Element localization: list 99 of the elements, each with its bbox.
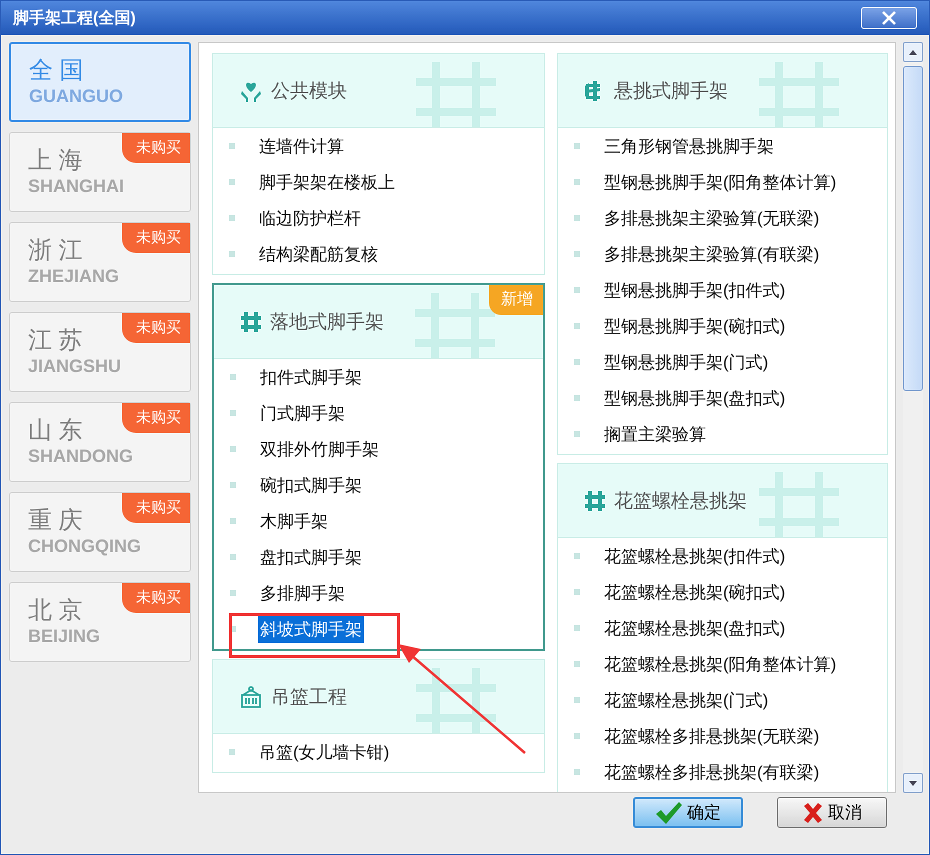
module-item[interactable]: 盘扣式脚手架 — [258, 544, 364, 570]
bullet-icon — [230, 374, 236, 380]
module-item[interactable]: 花篮螺栓多排悬挑架(无联梁) — [602, 722, 822, 750]
bullet-icon — [229, 143, 235, 149]
module-item[interactable]: 型钢悬挑脚手架(门式) — [602, 348, 770, 376]
not-purchased-badge: 未购买 — [122, 133, 190, 163]
basket-icon — [239, 684, 263, 708]
close-button[interactable] — [861, 7, 917, 29]
region-pinyin: JIANGSHU — [28, 355, 122, 377]
not-purchased-badge: 未购买 — [122, 493, 190, 523]
module-item[interactable]: 搁置主梁验算 — [602, 420, 708, 448]
region-item[interactable]: 浙 江 未购买 ZHEJIANG — [9, 222, 191, 302]
card-title: 公共模块 — [271, 80, 347, 104]
module-item[interactable]: 碗扣式脚手架 — [258, 472, 364, 498]
region-pinyin: CHONGQING — [28, 535, 142, 557]
module-item[interactable]: 花篮螺栓悬挑架(扣件式) — [602, 542, 788, 570]
bullet-icon — [574, 625, 580, 631]
bullet-icon — [574, 143, 580, 149]
bullet-icon — [230, 518, 236, 524]
module-item[interactable]: 花篮螺栓多排悬挑架(有联梁) — [602, 758, 822, 786]
bullet-icon — [229, 215, 235, 221]
bullet-icon — [574, 323, 580, 329]
bullet-icon — [230, 446, 236, 452]
module-item[interactable]: 三角形钢管悬挑脚手架 — [602, 132, 776, 160]
region-item[interactable]: 上 海 未购买 SHANGHAI — [9, 132, 191, 212]
region-pinyin: ZHEJIANG — [28, 265, 120, 287]
module-item[interactable]: 花篮螺栓悬挑架(阳角整体计算) — [602, 650, 838, 678]
check-icon — [655, 800, 683, 824]
bullet-icon — [229, 749, 235, 755]
region-item[interactable]: 北 京 未购买 BEIJING — [9, 582, 191, 662]
bullet-icon — [574, 251, 580, 257]
region-item[interactable]: 山 东 未购买 SHANDONG — [9, 402, 191, 482]
bullet-icon — [574, 359, 580, 365]
module-item[interactable]: 木脚手架 — [258, 508, 330, 534]
module-item[interactable]: 斜坡式脚手架 — [258, 616, 364, 642]
card-title: 花篮螺栓悬挑架 — [614, 490, 747, 514]
bullet-icon — [574, 769, 580, 775]
module-item[interactable]: 临边防护栏杆 — [257, 204, 363, 232]
bullet-icon — [574, 179, 580, 185]
region-item[interactable]: 重 庆 未购买 CHONGQING — [9, 492, 191, 572]
module-item[interactable]: 型钢悬挑脚手架(碗扣式) — [602, 312, 788, 340]
ok-button[interactable]: 确定 — [633, 797, 743, 828]
module-item[interactable]: 吊篮(女儿墙卡钳) — [257, 738, 392, 766]
not-purchased-badge: 未购买 — [122, 223, 190, 253]
bullet-icon — [230, 482, 236, 488]
module-item[interactable]: 多排悬挑架主梁验算(无联梁) — [602, 204, 822, 232]
new-badge: 新增 — [489, 285, 543, 315]
bullet-icon — [574, 553, 580, 559]
scroll-thumb[interactable] — [903, 66, 923, 391]
module-item[interactable]: 双排外竹脚手架 — [258, 436, 381, 462]
region-pinyin: BEIJING — [28, 625, 102, 647]
cancel-button[interactable]: 取消 — [777, 797, 887, 828]
window-title: 脚手架工程(全国) — [13, 8, 136, 28]
region-name: 全 国 — [29, 57, 85, 85]
bullet-icon — [574, 215, 580, 221]
module-item[interactable]: 花篮螺栓悬挑架(碗扣式) — [602, 578, 788, 606]
module-item[interactable]: 型钢悬挑脚手架(盘扣式) — [602, 384, 788, 412]
bullet-icon — [574, 661, 580, 667]
module-item[interactable]: 花篮螺栓悬挑架(门式) — [602, 686, 770, 714]
card-title: 落地式脚手架 — [270, 310, 384, 334]
module-item[interactable]: 花篮螺栓悬挑架(盘扣式) — [602, 614, 788, 642]
bullet-icon — [574, 697, 580, 703]
bullet-icon — [574, 431, 580, 437]
card-title: 悬挑式脚手架 — [614, 80, 728, 104]
bullet-icon — [230, 554, 236, 560]
scroll-up-button[interactable] — [903, 42, 923, 62]
scroll-down-button[interactable] — [903, 773, 923, 793]
bullet-icon — [229, 179, 235, 185]
module-item[interactable]: 结构梁配筋复核 — [257, 240, 380, 268]
region-item[interactable]: 江 苏 未购买 JIANGSHU — [9, 312, 191, 392]
not-purchased-badge: 未购买 — [122, 403, 190, 433]
close-icon — [881, 11, 897, 25]
module-item[interactable]: 连墙件计算 — [257, 132, 346, 160]
not-purchased-badge: 未购买 — [122, 583, 190, 613]
module-item[interactable]: 型钢悬挑脚手架(扣件式) — [602, 276, 788, 304]
bullet-icon — [574, 733, 580, 739]
down-arrow-icon — [909, 780, 917, 786]
region-pinyin: SHANGHAI — [28, 175, 126, 197]
module-item[interactable]: 门式脚手架 — [258, 400, 347, 426]
scrollbar[interactable] — [903, 42, 923, 793]
module-item[interactable]: 扣件式脚手架 — [258, 364, 364, 390]
bullet-icon — [574, 589, 580, 595]
module-item[interactable]: 多排悬挑架主梁验算(有联梁) — [602, 240, 822, 268]
up-arrow-icon — [909, 50, 917, 54]
bullet-icon — [574, 395, 580, 401]
module-item[interactable]: 型钢悬挑脚手架(阳角整体计算) — [602, 168, 838, 196]
card-title: 吊篮工程 — [271, 686, 347, 710]
region-pinyin: GUANGUO — [29, 85, 124, 107]
module-item[interactable]: 多排脚手架 — [258, 580, 347, 606]
module-item[interactable]: 脚手架架在楼板上 — [257, 168, 397, 196]
bullet-icon — [230, 590, 236, 596]
scaffold-icon — [240, 310, 262, 332]
scaffold-icon — [584, 490, 606, 512]
cross-icon — [802, 802, 824, 824]
region-pinyin: SHANDONG — [28, 445, 134, 467]
not-purchased-badge: 未购买 — [122, 313, 190, 343]
bullet-icon — [574, 287, 580, 293]
bullet-icon — [229, 251, 235, 257]
bullet-icon — [230, 410, 236, 416]
